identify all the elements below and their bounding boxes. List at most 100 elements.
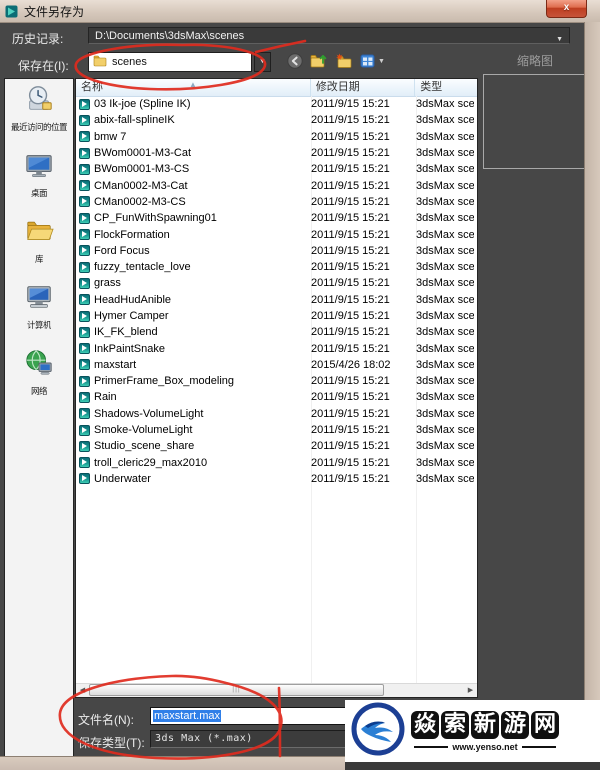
file-date: 2011/9/15 15:21 (306, 326, 411, 338)
new-folder-button[interactable] (335, 53, 353, 69)
file-row[interactable]: FlockFormation2011/9/15 15:213dsMax scen (76, 226, 477, 242)
place-item-3[interactable]: 库 (5, 216, 73, 265)
file-row[interactable]: CMan0002-M3-CS2011/9/15 15:213dsMax scen (76, 194, 477, 210)
3dsmax-file-icon (79, 311, 90, 322)
back-button[interactable] (287, 53, 303, 69)
file-row[interactable]: PrimerFrame_Box_modeling2011/9/15 15:213… (76, 373, 477, 389)
file-type: 3dsMax scen (411, 326, 474, 338)
file-date: 2011/9/15 15:21 (306, 131, 411, 143)
file-name: CP_FunWithSpawning01 (94, 212, 306, 224)
save-as-dialog: 文件另存为 x 历史记录: D:\Documents\3dsMax\scenes… (0, 0, 600, 770)
place-label: 最近访问的位置 (11, 121, 67, 133)
save-in-combobox[interactable]: scenes (88, 52, 252, 72)
file-name: Shadows-VolumeLight (94, 408, 306, 420)
file-row[interactable]: maxstart2015/4/26 18:023dsMax scen (76, 357, 477, 373)
3dsmax-file-icon (79, 359, 90, 370)
close-button[interactable]: x (546, 0, 587, 18)
file-row[interactable]: CP_FunWithSpawning012011/9/15 15:213dsMa… (76, 210, 477, 226)
history-label: 历史记录: (12, 30, 63, 47)
file-type: 3dsMax scen (411, 343, 474, 355)
watermark-char: 焱 (411, 711, 439, 739)
file-date: 2011/9/15 15:21 (306, 163, 411, 175)
watermark-char: 游 (501, 711, 529, 739)
sort-ascending-icon: ▲ (189, 78, 197, 93)
view-menu-button[interactable]: ▼ (360, 53, 385, 69)
title-bar: 文件另存为 x (0, 0, 600, 23)
scrollbar-thumb[interactable]: ||| (89, 684, 384, 696)
file-name: 03 Ik-joe (Spline IK) (94, 98, 306, 110)
chevron-down-icon: ▼ (378, 58, 385, 65)
file-name: Smoke-VolumeLight (94, 424, 306, 436)
file-row[interactable]: troll_cleric29_max20102011/9/15 15:213ds… (76, 455, 477, 471)
file-row[interactable]: Studio_scene_share2011/9/15 15:213dsMax … (76, 438, 477, 454)
watermark-char: 网 (531, 711, 559, 739)
file-row[interactable]: IK_FK_blend2011/9/15 15:213dsMax scen (76, 324, 477, 340)
file-date: 2011/9/15 15:21 (306, 114, 411, 126)
file-type: 3dsMax scen (411, 98, 474, 110)
file-type: 3dsMax scen (411, 408, 474, 420)
file-row[interactable]: BWom0001-M3-Cat2011/9/15 15:213dsMax sce… (76, 145, 477, 161)
file-date: 2011/9/15 15:21 (306, 98, 411, 110)
watermark-char: 索 (441, 711, 469, 739)
place-item-2[interactable]: 桌面 (5, 150, 73, 199)
window-title: 文件另存为 (24, 3, 84, 20)
file-name: bmw 7 (94, 131, 306, 143)
place-item-5[interactable]: 网络 (5, 348, 73, 397)
file-date: 2011/9/15 15:21 (306, 245, 411, 257)
3dsmax-file-icon (79, 115, 90, 126)
file-row[interactable]: grass2011/9/15 15:213dsMax scen (76, 275, 477, 291)
file-row[interactable]: HeadHudAnible2011/9/15 15:213dsMax scen (76, 292, 477, 308)
file-type: 3dsMax scen (411, 440, 474, 452)
place-label: 库 (35, 253, 43, 265)
watermark-site-name: 焱索新游网 (411, 711, 559, 739)
file-row[interactable]: Underwater2011/9/15 15:213dsMax scen (76, 471, 477, 487)
file-name-label: 文件名(N): (78, 711, 134, 728)
file-row[interactable]: Shadows-VolumeLight2011/9/15 15:213dsMax… (76, 406, 477, 422)
horizontal-scrollbar[interactable]: ◀ ||| ▶ (76, 683, 477, 697)
file-row[interactable]: Ford Focus2011/9/15 15:213dsMax scen (76, 243, 477, 259)
file-name-value: maxstart.max (153, 710, 221, 722)
file-name: Hymer Camper (94, 310, 306, 322)
save-in-dropdown-button[interactable]: ▼ (254, 52, 271, 72)
recent-places-icon (24, 84, 54, 119)
watermark-url: www.yenso.net (414, 742, 555, 752)
file-row[interactable]: 03 Ik-joe (Spline IK)2011/9/15 15:213dsM… (76, 96, 477, 112)
file-type: 3dsMax scen (411, 261, 474, 273)
file-row[interactable]: bmw 72011/9/15 15:213dsMax scen (76, 129, 477, 145)
file-date: 2011/9/15 15:21 (306, 229, 411, 241)
scroll-right-arrow[interactable]: ▶ (464, 684, 477, 697)
column-header-name[interactable]: 名称 ▲ (76, 79, 310, 96)
place-label: 桌面 (31, 187, 47, 199)
file-list: 名称 ▲ 修改日期 类型 03 Ik-joe (Spline IK)2011/9… (75, 78, 478, 698)
file-row[interactable]: Rain2011/9/15 15:213dsMax scen (76, 389, 477, 405)
place-item-1[interactable]: 最近访问的位置 (5, 84, 73, 133)
3dsmax-file-icon (79, 278, 90, 289)
file-name: FlockFormation (94, 229, 306, 241)
file-row[interactable]: fuzzy_tentacle_love2011/9/15 15:213dsMax… (76, 259, 477, 275)
place-item-4[interactable]: 计算机 (5, 282, 73, 331)
scroll-left-arrow[interactable]: ◀ (76, 684, 89, 697)
column-header-date[interactable]: 修改日期 (310, 79, 414, 96)
history-path: D:\Documents\3dsMax\scenes (95, 30, 244, 42)
file-row[interactable]: Hymer Camper2011/9/15 15:213dsMax scen (76, 308, 477, 324)
folder-toolbar: ▼ (287, 53, 385, 69)
3dsmax-file-icon (79, 408, 90, 419)
file-row[interactable]: CMan0002-M3-Cat2011/9/15 15:213dsMax sce… (76, 177, 477, 193)
history-dropdown[interactable]: D:\Documents\3dsMax\scenes ▼ (88, 27, 570, 44)
3dsmax-file-icon (79, 392, 90, 403)
column-header-type[interactable]: 类型 (414, 79, 477, 96)
save-type-label: 保存类型(T): (78, 734, 145, 751)
file-list-rows: 03 Ik-joe (Spline IK)2011/9/15 15:213dsM… (76, 96, 477, 487)
file-type: 3dsMax scen (411, 229, 474, 241)
file-row[interactable]: Smoke-VolumeLight2011/9/15 15:213dsMax s… (76, 422, 477, 438)
file-row[interactable]: BWom0001-M3-CS2011/9/15 15:213dsMax scen (76, 161, 477, 177)
file-type: 3dsMax scen (411, 294, 474, 306)
file-type: 3dsMax scen (411, 245, 474, 257)
file-type: 3dsMax scen (411, 163, 474, 175)
file-name: PrimerFrame_Box_modeling (94, 375, 306, 387)
file-row[interactable]: InkPaintSnake2011/9/15 15:213dsMax scen (76, 340, 477, 356)
file-type: 3dsMax scen (411, 277, 474, 289)
file-name: CMan0002-M3-Cat (94, 180, 306, 192)
up-one-level-button[interactable] (310, 53, 328, 69)
file-row[interactable]: abix-fall-splineIK2011/9/15 15:213dsMax … (76, 112, 477, 128)
